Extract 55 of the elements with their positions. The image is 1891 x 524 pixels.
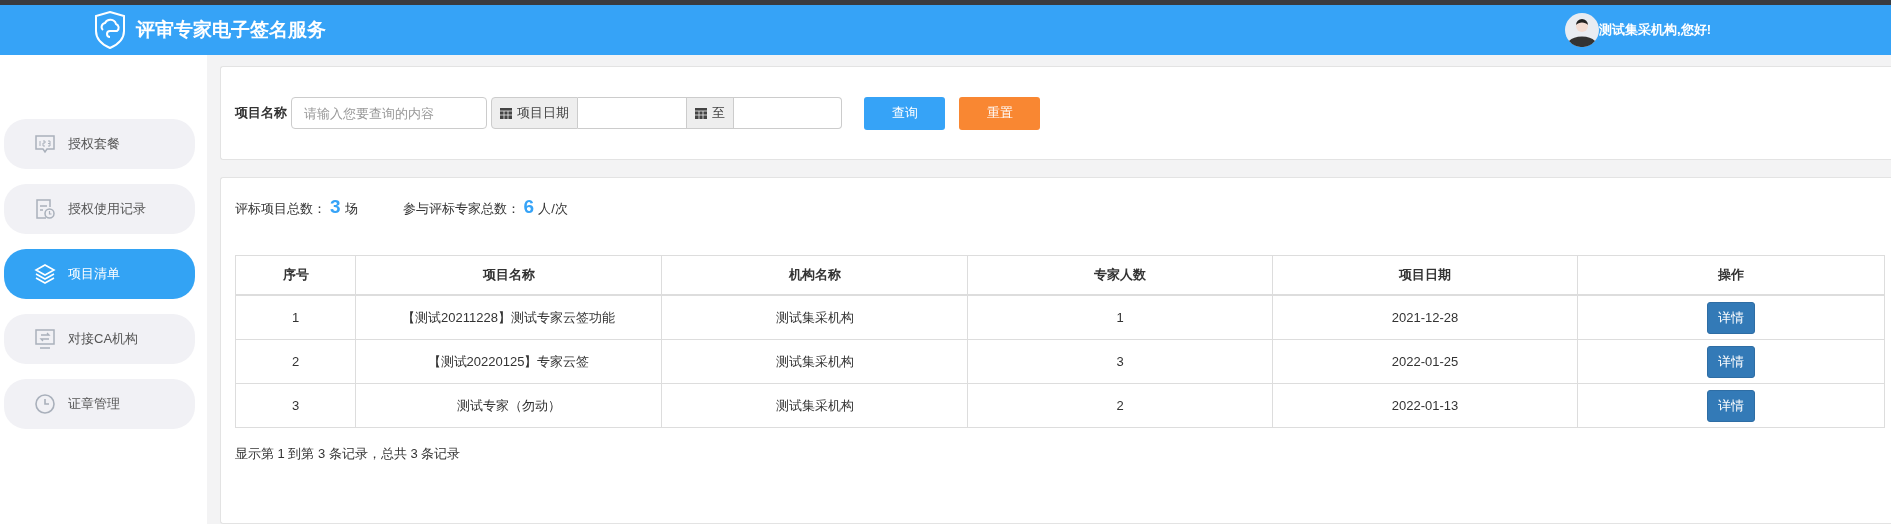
table-cell: 3 [235,383,356,428]
stat-unit: 人/次 [538,200,568,218]
table-cell: 测试集采机构 [661,339,968,384]
clock-icon [34,393,56,415]
stat-value: 6 [523,196,535,218]
to-label: 至 [712,104,725,122]
pagination-info: 显示第 1 到第 3 条记录，总共 3 条记录 [235,446,461,461]
date-label: 项目日期 [517,104,569,122]
counter-icon [34,133,56,155]
column-header: 项目名称 [355,255,662,295]
column-header: 操作 [1577,255,1885,295]
avatar-icon [1565,13,1600,47]
exchange-icon [34,328,56,350]
table-cell: 测试集采机构 [661,295,968,340]
table-cell: 测试集采机构 [661,383,968,428]
table-cell: 2022-01-13 [1272,383,1578,428]
table-cell: 2 [967,383,1273,428]
start-date-field[interactable] [578,97,686,129]
stat-value: 3 [330,196,341,218]
column-header: 序号 [235,255,356,295]
calendar-icon [695,107,707,119]
sidebar-item[interactable]: 项目清单 [4,249,195,299]
table-cell: 3 [967,339,1273,384]
table-cell: 1 [967,295,1273,340]
table-cell: 1 [235,295,356,340]
table-cell: 测试专家（勿动） [355,383,662,428]
user-greeting: 测试集采机构,您好! [1599,21,1711,39]
table-cell: 2022-01-25 [1272,339,1578,384]
end-date-field[interactable] [734,97,842,129]
table-cell: 2021-12-28 [1272,295,1578,340]
stat-label: 参与评标专家总数： [402,200,520,218]
search-button[interactable]: 查询 [864,96,945,130]
table-cell: 【测试20211228】测试专家云签功能 [355,295,662,340]
table-cell: 【测试20220125】专家云签 [355,339,662,384]
sidebar-item[interactable]: 授权套餐 [4,119,195,169]
sidebar-item[interactable]: 证章管理 [4,379,195,429]
column-header: 项目日期 [1272,255,1578,295]
column-header: 专家人数 [967,255,1273,295]
details-button[interactable]: 详情 [1707,389,1755,422]
column-header: 机构名称 [661,255,968,295]
project-name-field[interactable]: 请输入您要查询的内容 [291,97,487,129]
details-button[interactable]: 详情 [1707,345,1755,378]
stat-unit: 场 [344,200,358,218]
record-icon [34,198,56,220]
reset-button[interactable]: 重置 [959,96,1040,130]
sidebar-item[interactable]: 授权使用记录 [4,184,195,234]
sidebar-item[interactable]: 对接CA机构 [4,314,195,364]
table-cell: 2 [235,339,356,384]
app-title: 评审专家电子签名服务 [136,18,326,42]
stat-label: 评标项目总数： [235,200,326,218]
name-label: 项目名称 [235,104,287,122]
details-button[interactable]: 详情 [1707,301,1755,334]
shield-cloud-logo [94,11,126,49]
layers-icon [34,263,56,285]
calendar-icon [500,107,512,119]
